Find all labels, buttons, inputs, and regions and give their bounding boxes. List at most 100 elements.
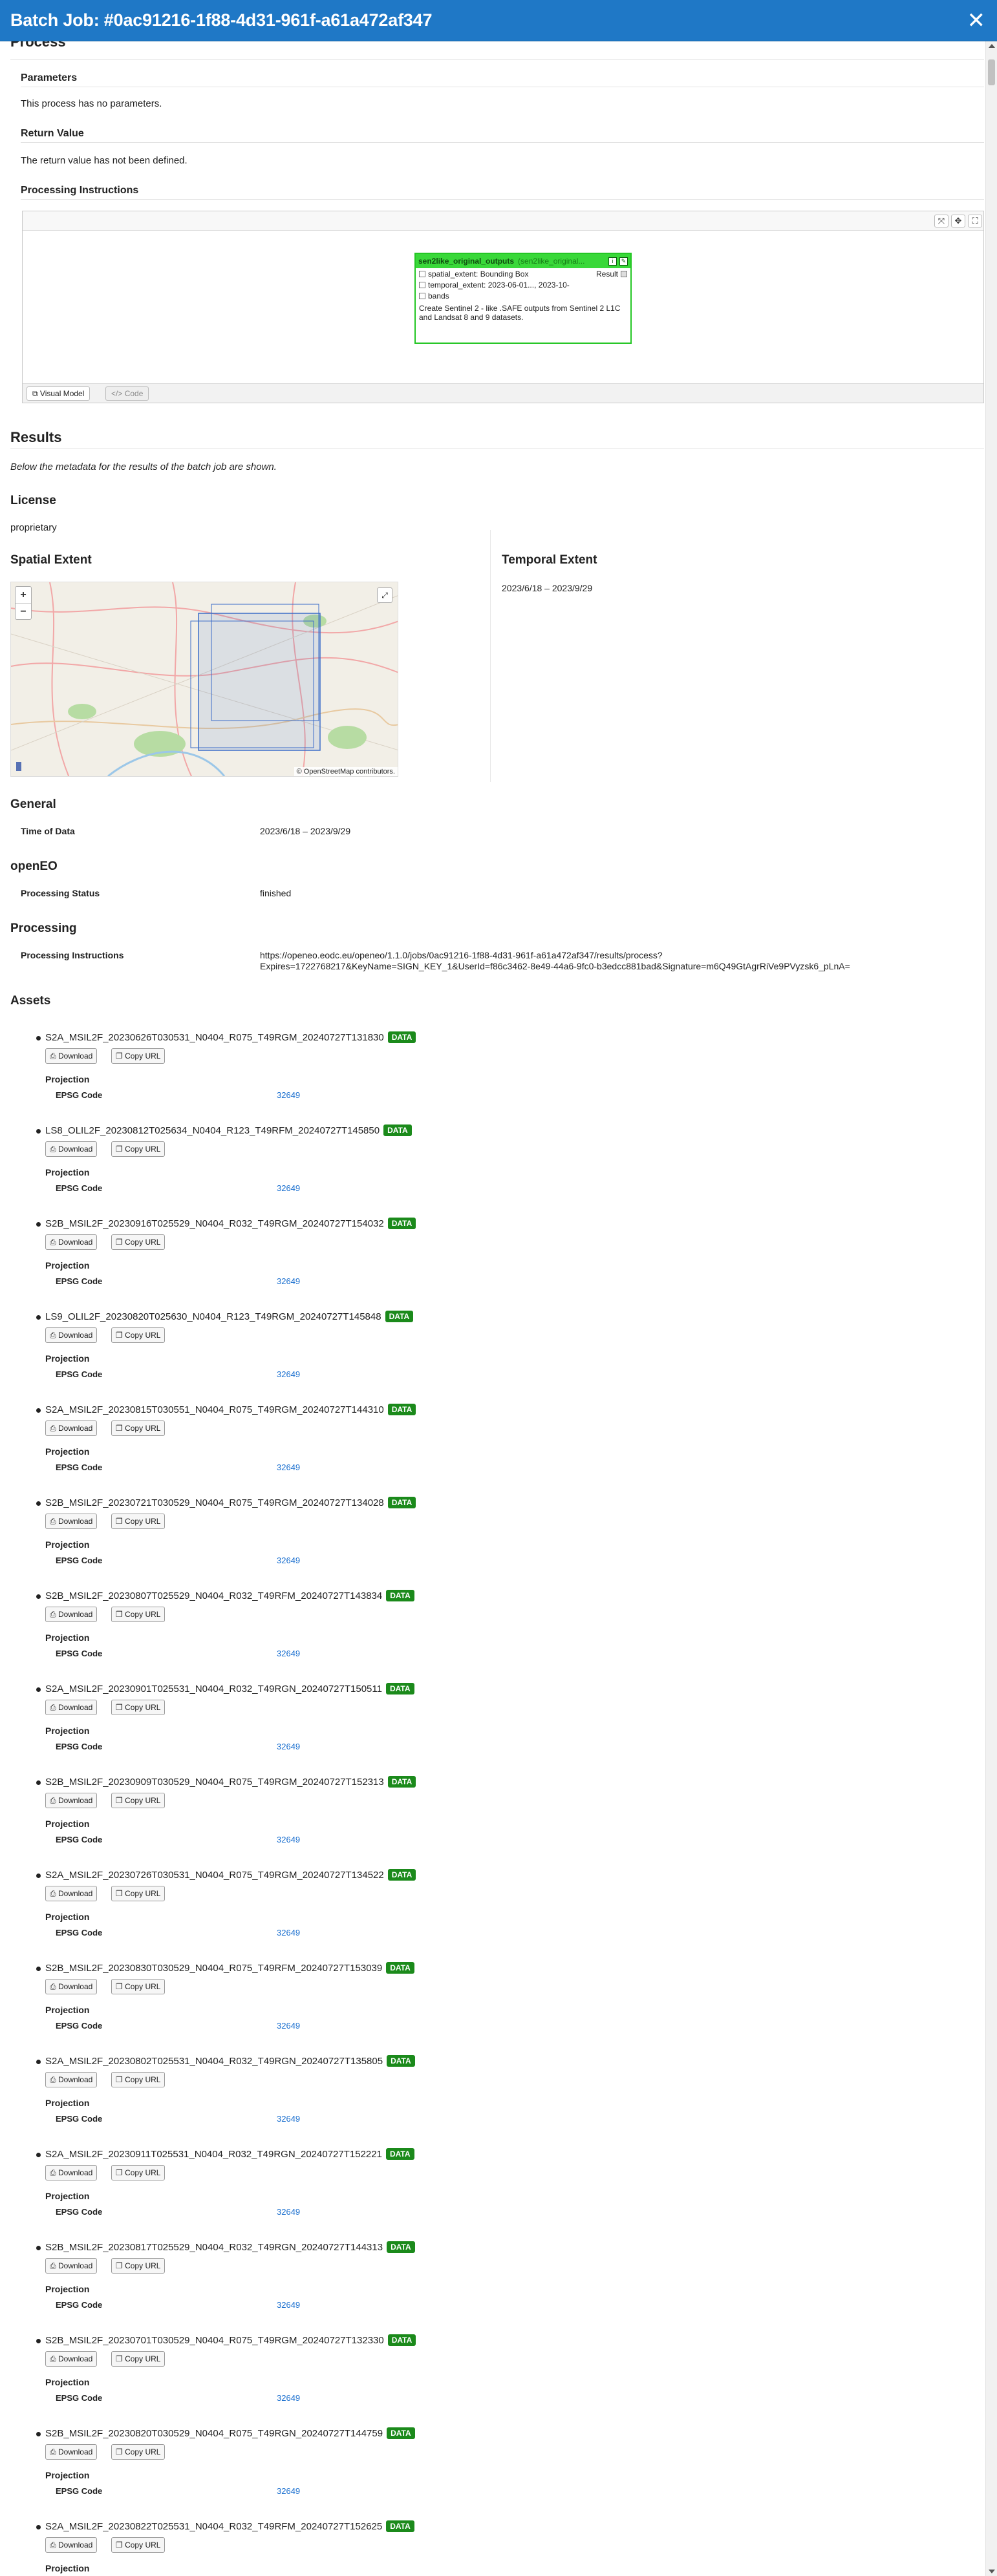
tab-visual-model[interactable]: ⧉ Visual Model bbox=[27, 386, 91, 401]
map-tiles bbox=[11, 582, 398, 776]
epsg-code-value[interactable]: 32649 bbox=[277, 2300, 300, 2310]
copy-url-button[interactable]: ❐ Copy URL bbox=[111, 1607, 166, 1622]
copy-url-button[interactable]: ❐ Copy URL bbox=[111, 2072, 166, 2087]
download-button[interactable]: ⎙ Download bbox=[45, 1886, 98, 1901]
edit-icon[interactable]: ✎ bbox=[619, 257, 628, 266]
copy-url-button[interactable]: ❐ Copy URL bbox=[111, 2444, 166, 2460]
copy-url-button[interactable]: ❐ Copy URL bbox=[111, 1700, 166, 1715]
divider bbox=[21, 142, 984, 143]
copy-label: Copy URL bbox=[125, 2168, 161, 2177]
close-icon[interactable]: ✕ bbox=[967, 10, 986, 32]
spatial-extent-map[interactable]: + − ⤢ © OpenStreetMap contributors. bbox=[10, 582, 398, 777]
epsg-code-value[interactable]: 32649 bbox=[277, 1835, 300, 1844]
asset-title: S2A_MSIL2F_20230802T025531_N0404_R032_T4… bbox=[45, 2055, 415, 2067]
projection-heading: Projection bbox=[45, 1632, 90, 1643]
node-param-label: bands bbox=[428, 291, 449, 301]
process-node[interactable]: sen2like_original_outputs (sen2like_orig… bbox=[414, 253, 632, 344]
asset-name: S2A_MSIL2F_20230815T030551_N0404_R075_T4… bbox=[45, 1404, 384, 1415]
download-button[interactable]: ⎙ Download bbox=[45, 1607, 98, 1622]
download-button[interactable]: ⎙ Download bbox=[45, 2444, 98, 2460]
download-button[interactable]: ⎙ Download bbox=[45, 2165, 98, 2180]
download-icon: ⎙ bbox=[50, 2261, 58, 2270]
epsg-code-value[interactable]: 32649 bbox=[277, 1369, 300, 1379]
epsg-code-value[interactable]: 32649 bbox=[277, 2021, 300, 2031]
epsg-code-value[interactable]: 32649 bbox=[277, 2207, 300, 2217]
download-button[interactable]: ⎙ Download bbox=[45, 1327, 98, 1343]
download-button[interactable]: ⎙ Download bbox=[45, 1048, 98, 1064]
epsg-code-value[interactable]: 32649 bbox=[277, 1276, 300, 1286]
epsg-code-value[interactable]: 32649 bbox=[277, 1742, 300, 1751]
projection-heading: Projection bbox=[45, 1819, 90, 1829]
copy-url-button[interactable]: ❐ Copy URL bbox=[111, 1048, 166, 1064]
download-label: Download bbox=[58, 2261, 93, 2270]
epsg-code-value[interactable]: 32649 bbox=[277, 1090, 300, 1100]
download-button[interactable]: ⎙ Download bbox=[45, 2537, 98, 2553]
fullscreen-icon[interactable]: ⛶ bbox=[968, 215, 982, 227]
asset-title: S2B_MSIL2F_20230916T025529_N0404_R032_T4… bbox=[45, 1218, 416, 1229]
asset-title: S2A_MSIL2F_20230726T030531_N0404_R075_T4… bbox=[45, 1869, 416, 1881]
copy-url-button[interactable]: ❐ Copy URL bbox=[111, 1327, 166, 1343]
processing-instructions-url[interactable]: https://openeo.eodc.eu/openeo/1.1.0/jobs… bbox=[260, 950, 850, 972]
download-button[interactable]: ⎙ Download bbox=[45, 2258, 98, 2274]
scrollbar[interactable] bbox=[985, 41, 997, 2576]
download-icon: ⎙ bbox=[50, 1796, 58, 1805]
result-checkbox-icon[interactable] bbox=[621, 270, 627, 277]
processing-heading: Processing bbox=[10, 922, 77, 935]
data-badge: DATA bbox=[386, 2520, 414, 2532]
copy-url-button[interactable]: ❐ Copy URL bbox=[111, 1793, 166, 1808]
download-button[interactable]: ⎙ Download bbox=[45, 2072, 98, 2087]
download-button[interactable]: ⎙ Download bbox=[45, 1793, 98, 1808]
temporal-extent-heading: Temporal Extent bbox=[502, 553, 597, 567]
copy-url-button[interactable]: ❐ Copy URL bbox=[111, 1141, 166, 1157]
epsg-code-value[interactable]: 32649 bbox=[277, 1183, 300, 1193]
download-icon: ⎙ bbox=[50, 1889, 58, 1898]
zoom-out-icon[interactable]: − bbox=[16, 603, 31, 619]
map-attribution[interactable]: © OpenStreetMap contributors. bbox=[294, 767, 398, 776]
copy-url-button[interactable]: ❐ Copy URL bbox=[111, 1514, 166, 1529]
asset-title: S2A_MSIL2F_20230911T025531_N0404_R032_T4… bbox=[45, 2148, 414, 2160]
asset-title: S2B_MSIL2F_20230820T030529_N0404_R075_T4… bbox=[45, 2427, 415, 2439]
epsg-code-value[interactable]: 32649 bbox=[277, 1462, 300, 1472]
copy-url-button[interactable]: ❐ Copy URL bbox=[111, 2165, 166, 2180]
move-icon[interactable]: ✥ bbox=[951, 215, 965, 227]
map-fullscreen-icon[interactable]: ⤢ bbox=[377, 587, 392, 603]
zoom-in-icon[interactable]: + bbox=[16, 587, 31, 603]
node-param: spatial_extent: Bounding Box Result bbox=[416, 268, 630, 279]
copy-url-button[interactable]: ❐ Copy URL bbox=[111, 2537, 166, 2553]
bullet-icon bbox=[36, 1687, 41, 1692]
copy-url-button[interactable]: ❐ Copy URL bbox=[111, 2258, 166, 2274]
tab-code[interactable]: </> Code bbox=[105, 386, 149, 401]
parameters-heading: Parameters bbox=[21, 72, 78, 83]
download-button[interactable]: ⎙ Download bbox=[45, 1514, 98, 1529]
download-button[interactable]: ⎙ Download bbox=[45, 1979, 98, 1994]
epsg-code-value[interactable]: 32649 bbox=[277, 2393, 300, 2403]
download-button[interactable]: ⎙ Download bbox=[45, 1700, 98, 1715]
scroll-up-icon[interactable] bbox=[989, 44, 995, 48]
projection-heading: Projection bbox=[45, 2563, 90, 2573]
download-button[interactable]: ⎙ Download bbox=[45, 1234, 98, 1250]
scroll-down-icon[interactable] bbox=[989, 2570, 995, 2573]
epsg-code-value[interactable]: 32649 bbox=[277, 2486, 300, 2496]
download-button[interactable]: ⎙ Download bbox=[45, 2351, 98, 2367]
epsg-code-label: EPSG Code bbox=[56, 1183, 103, 1193]
epsg-code-value[interactable]: 32649 bbox=[277, 1556, 300, 1565]
epsg-code-value[interactable]: 32649 bbox=[277, 2114, 300, 2124]
fit-view-icon[interactable]: ⤧ bbox=[934, 215, 949, 227]
epsg-code-value[interactable]: 32649 bbox=[277, 1649, 300, 1658]
scroll-thumb[interactable] bbox=[988, 59, 995, 85]
copy-url-button[interactable]: ❐ Copy URL bbox=[111, 2351, 166, 2367]
epsg-code-label: EPSG Code bbox=[56, 1556, 103, 1565]
copy-url-button[interactable]: ❐ Copy URL bbox=[111, 1234, 166, 1250]
copy-url-button[interactable]: ❐ Copy URL bbox=[111, 1420, 166, 1436]
download-icon: ⎙ bbox=[50, 1517, 58, 1526]
copy-label: Copy URL bbox=[125, 1517, 161, 1526]
projection-heading: Projection bbox=[45, 2191, 90, 2201]
download-button[interactable]: ⎙ Download bbox=[45, 1420, 98, 1436]
epsg-code-value[interactable]: 32649 bbox=[277, 1928, 300, 1937]
copy-url-button[interactable]: ❐ Copy URL bbox=[111, 1979, 166, 1994]
download-button[interactable]: ⎙ Download bbox=[45, 1141, 98, 1157]
dialog-title: Batch Job: #0ac91216-1f88-4d31-961f-a61a… bbox=[10, 10, 433, 30]
copy-url-button[interactable]: ❐ Copy URL bbox=[111, 1886, 166, 1901]
info-icon[interactable]: i bbox=[608, 257, 617, 266]
checkbox-icon bbox=[419, 281, 425, 288]
